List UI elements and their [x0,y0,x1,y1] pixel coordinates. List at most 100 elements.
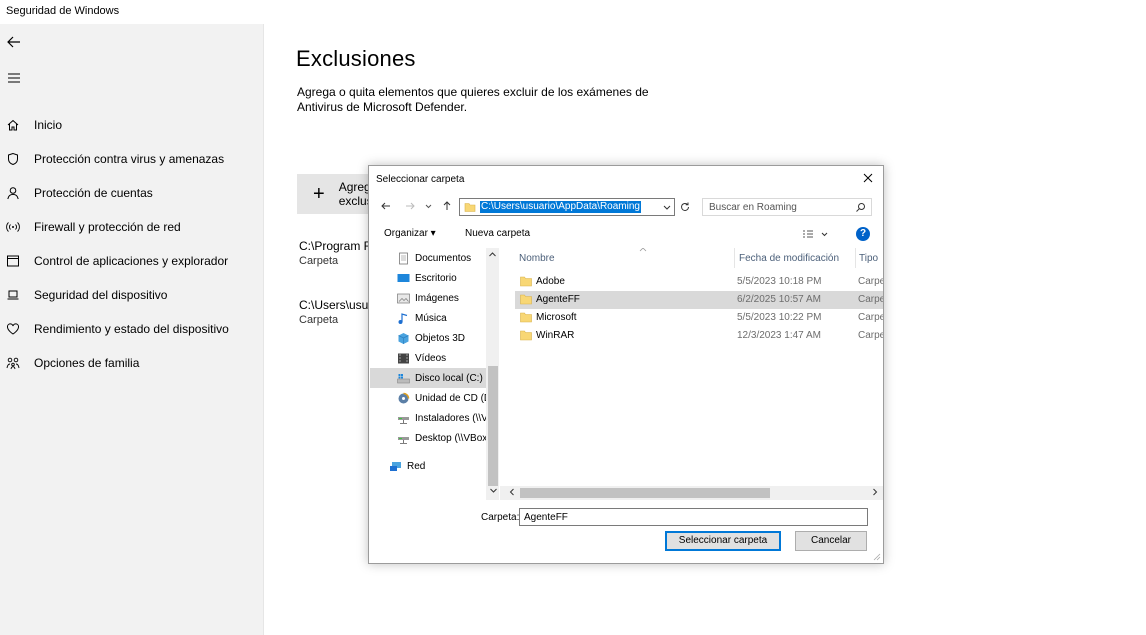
dialog-toolbar: Organizar ▾ Nueva carpeta ? [369,223,883,245]
search-placeholder: Buscar en Roaming [709,202,797,213]
file-type: Carpe [858,330,883,341]
view-options-icon[interactable] [801,228,829,240]
sidebar-item-label: Inicio [34,118,63,132]
music-icon [398,312,408,324]
heart-icon [7,323,19,335]
close-icon[interactable] [861,171,875,185]
scrollbar-thumb[interactable] [520,488,770,498]
tree-item-documentos[interactable]: Documentos [370,248,486,268]
search-icon [856,203,865,212]
tree-item-red[interactable]: Red [370,456,486,476]
network-drive-icon [398,416,409,424]
chevron-up-icon[interactable] [488,250,497,259]
file-row[interactable]: WinRAR 12/3/2023 1:47 AM Carpe [515,327,883,345]
home-icon [7,119,19,131]
folder-icon [520,276,532,287]
tree-item-disco-local[interactable]: Disco local (C:) [370,368,486,388]
person-icon [7,187,19,200]
column-separator [734,248,735,268]
exclusion-path: C:\Users\usuario [299,298,379,312]
sidebar-item-account-protection[interactable]: Protección de cuentas [0,176,264,210]
network-icon [390,461,401,471]
cancel-button[interactable]: Cancelar [795,531,867,551]
column-header-name[interactable]: Nombre [519,248,731,268]
sidebar-item-label: Firewall y protección de red [34,220,181,234]
app-title: Seguridad de Windows [6,5,120,17]
sidebar-nav: Inicio Protección contra virus y amenaza… [0,108,264,380]
help-icon[interactable]: ? [856,227,870,241]
sidebar-item-label: Protección contra virus y amenazas [34,152,225,166]
desktop-icon [397,273,410,282]
sort-up-icon [639,248,647,252]
file-list: Nombre Fecha de modificación Tipo Adobe … [500,248,883,500]
folder-icon [520,312,532,323]
tree-item-musica[interactable]: Música [370,308,486,328]
network-drive-icon [398,436,409,444]
exclusion-item[interactable]: C:\Program Files Carpeta [299,239,379,267]
up-arrow-icon[interactable] [441,200,453,212]
tree-item-instaladores[interactable]: Instaladores (\\V [370,408,486,428]
folder-icon [520,330,532,341]
sidebar-item-device-performance[interactable]: Rendimiento y estado del dispositivo [0,312,264,346]
sidebar-item-label: Opciones de familia [34,356,140,370]
drive-icon [397,373,410,383]
organize-button[interactable]: Organizar ▾ [384,228,436,239]
tree-item-escritorio[interactable]: Escritorio [370,268,486,288]
back-arrow-icon[interactable] [380,200,392,212]
sidebar-item-firewall[interactable]: Firewall y protección de red [0,210,264,244]
folder-icon [464,203,476,212]
chevron-right-icon[interactable] [871,487,879,497]
column-header-type[interactable]: Tipo [859,248,883,268]
sidebar-item-device-security[interactable]: Seguridad del dispositivo [0,278,264,312]
sidebar-item-app-browser-control[interactable]: Control de aplicaciones y explorador [0,244,264,278]
navigation-pane: Documentos Escritorio Imágenes Música Ob… [370,248,500,500]
file-type: Carpe [858,276,883,287]
tree-item-desktop-vbox[interactable]: Desktop (\\VBox [370,428,486,448]
sidebar-item-label: Rendimiento y estado del dispositivo [34,322,229,336]
forward-arrow-icon[interactable] [404,200,416,212]
chevron-left-icon[interactable] [508,487,516,497]
column-separator [855,248,856,268]
scrollbar-thumb[interactable] [488,366,498,486]
new-folder-button[interactable]: Nueva carpeta [465,228,530,239]
documents-icon [399,252,408,264]
exclusion-path: C:\Program Files [299,239,379,253]
tree-vertical-scrollbar[interactable] [486,248,499,500]
column-header-date[interactable]: Fecha de modificación [739,248,854,268]
file-row[interactable]: Adobe 5/5/2023 10:18 PM Carpe [515,273,883,291]
exclusion-type: Carpeta [299,314,339,326]
chevron-down-icon[interactable] [489,486,498,495]
chevron-down-icon[interactable] [662,202,672,212]
sidebar-item-label: Seguridad del dispositivo [34,288,168,302]
file-row[interactable]: Microsoft 5/5/2023 10:22 PM Carpe [515,309,883,327]
chevron-down-icon[interactable] [424,200,433,212]
exclusion-item[interactable]: C:\Users\usuario Carpeta [299,298,379,326]
search-input[interactable]: Buscar en Roaming [702,198,872,216]
tree-item-unidad-cd[interactable]: Unidad de CD (D: [370,388,486,408]
tree-item-videos[interactable]: Vídeos [370,348,486,368]
sidebar-item-family-options[interactable]: Opciones de familia [0,346,264,380]
sidebar-item-label: Control de aplicaciones y explorador [34,254,229,268]
folder-label: Carpeta: [481,512,520,523]
address-path: C:\Users\usuario\AppData\Roaming [480,201,641,213]
sidebar-item-inicio[interactable]: Inicio [0,108,264,142]
file-date: 12/3/2023 1:47 AM [737,330,821,341]
address-bar[interactable]: C:\Users\usuario\AppData\Roaming [459,198,675,216]
sidebar-item-virus-protection[interactable]: Protección contra virus y amenazas [0,142,264,176]
tree-item-objetos-3d[interactable]: Objetos 3D [370,328,486,348]
3d-objects-icon [398,332,409,344]
file-row[interactable]: AgenteFF 6/2/2025 10:57 AM Carpe [515,291,883,309]
file-type: Carpe [858,294,883,305]
folder-name-input[interactable] [519,508,868,526]
select-folder-button[interactable]: Seleccionar carpeta [665,531,781,551]
exclusion-type: Carpeta [299,255,339,267]
page-title: Exclusiones [296,46,416,71]
tree-item-imagenes[interactable]: Imágenes [370,288,486,308]
resize-grip-icon[interactable] [873,553,881,561]
file-date: 5/5/2023 10:22 PM [737,312,822,323]
refresh-icon[interactable] [679,201,691,213]
hamburger-menu-icon[interactable] [4,68,24,88]
back-arrow-icon[interactable] [4,32,24,52]
list-horizontal-scrollbar[interactable] [500,486,883,500]
file-date: 6/2/2025 10:57 AM [737,294,821,305]
